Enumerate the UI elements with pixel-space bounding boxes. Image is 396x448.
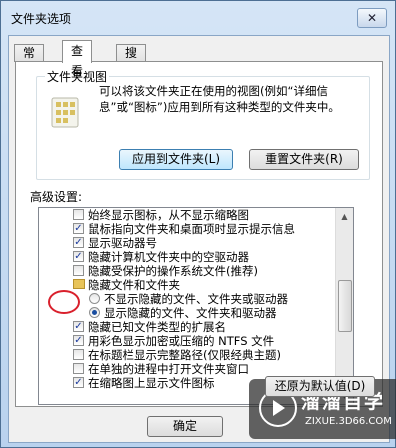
checkbox[interactable]: ✓ <box>73 377 84 388</box>
tab-view[interactable]: 查看 <box>62 40 93 78</box>
red-annotation-circle <box>48 290 80 314</box>
folder-icon <box>73 279 85 289</box>
window-title: 文件夹选项 <box>11 12 72 26</box>
item-label: 显示隐藏的文件、文件夹和驱动器 <box>104 306 277 320</box>
watermark-url: ZIXUE.3D66.COM <box>305 416 392 427</box>
tab-general[interactable]: 常规 <box>14 44 45 77</box>
tab-search[interactable]: 搜索 <box>116 44 147 77</box>
item-label: 不显示隐藏的文件、文件夹或驱动器 <box>104 292 288 306</box>
checkbox[interactable]: ✓ <box>73 321 84 332</box>
title-bar[interactable]: 文件夹选项 ✕ <box>1 1 395 35</box>
item-label: 在缩略图上显示文件图标 <box>88 376 215 390</box>
item-label: 隐藏已知文件类型的扩展名 <box>88 320 226 334</box>
checkbox[interactable] <box>73 209 84 220</box>
radio-button[interactable] <box>89 293 100 304</box>
item-label: 隐藏文件和文件夹 <box>88 278 180 292</box>
item-label: 用彩色显示加密或压缩的 NTFS 文件 <box>88 334 275 348</box>
scroll-thumb[interactable] <box>338 280 352 332</box>
view-tab-panel: 文件夹视图 可以将该文件夹正在使用的视图(例如“详细信息”或“图标”)应用到所有… <box>15 61 383 407</box>
item-label: 在标题栏显示完整路径(仅限经典主题) <box>88 348 281 362</box>
scroll-up-icon[interactable]: ▲ <box>336 208 353 225</box>
close-button[interactable]: ✕ <box>357 8 387 28</box>
vertical-scrollbar[interactable]: ▲ ▼ <box>335 208 353 404</box>
item-label: 始终显示图标，从不显示缩略图 <box>88 208 249 222</box>
reset-folders-button[interactable]: 重置文件夹(R) <box>249 149 359 170</box>
folder-views-group: 文件夹视图 可以将该文件夹正在使用的视图(例如“详细信息”或“图标”)应用到所有… <box>36 68 370 180</box>
apply-to-folders-button[interactable]: 应用到文件夹(L) <box>119 149 233 170</box>
radio-button[interactable] <box>89 307 100 318</box>
item-label: 在单独的进程中打开文件夹窗口 <box>88 362 249 376</box>
checkbox[interactable] <box>73 265 84 276</box>
item-label: 鼠标指向文件夹和桌面项时显示提示信息 <box>88 222 295 236</box>
folder-view-icon <box>51 97 81 129</box>
restore-defaults-button[interactable]: 还原为默认值(D) <box>265 376 375 397</box>
checkbox[interactable]: ✓ <box>73 223 84 234</box>
advanced-settings-label: 高级设置: <box>30 190 83 204</box>
item-label: 隐藏计算机文件夹中的空驱动器 <box>88 250 249 264</box>
folder-options-window: 文件夹选项 ✕ 常规 查看 搜索 文件夹视图 可以将该文件夹正在使用的视图(例如 <box>0 0 396 448</box>
ok-button[interactable]: 确定 <box>147 416 223 437</box>
checkbox[interactable]: ✓ <box>73 237 84 248</box>
item-label: 显示驱动器号 <box>88 236 157 250</box>
item-label: 隐藏受保护的操作系统文件(推荐) <box>88 264 258 278</box>
dialog-client: 常规 查看 搜索 文件夹视图 可以将该文件夹正在使用的视图(例如“详细信息”或“… <box>8 35 390 443</box>
folder-views-description: 可以将该文件夹正在使用的视图(例如“详细信息”或“图标”)应用到所有这种类型的文… <box>99 84 340 114</box>
checkbox[interactable] <box>73 349 84 360</box>
checkbox[interactable]: ✓ <box>73 335 84 346</box>
checkbox[interactable]: ✓ <box>73 251 84 262</box>
checkbox[interactable] <box>73 363 84 374</box>
